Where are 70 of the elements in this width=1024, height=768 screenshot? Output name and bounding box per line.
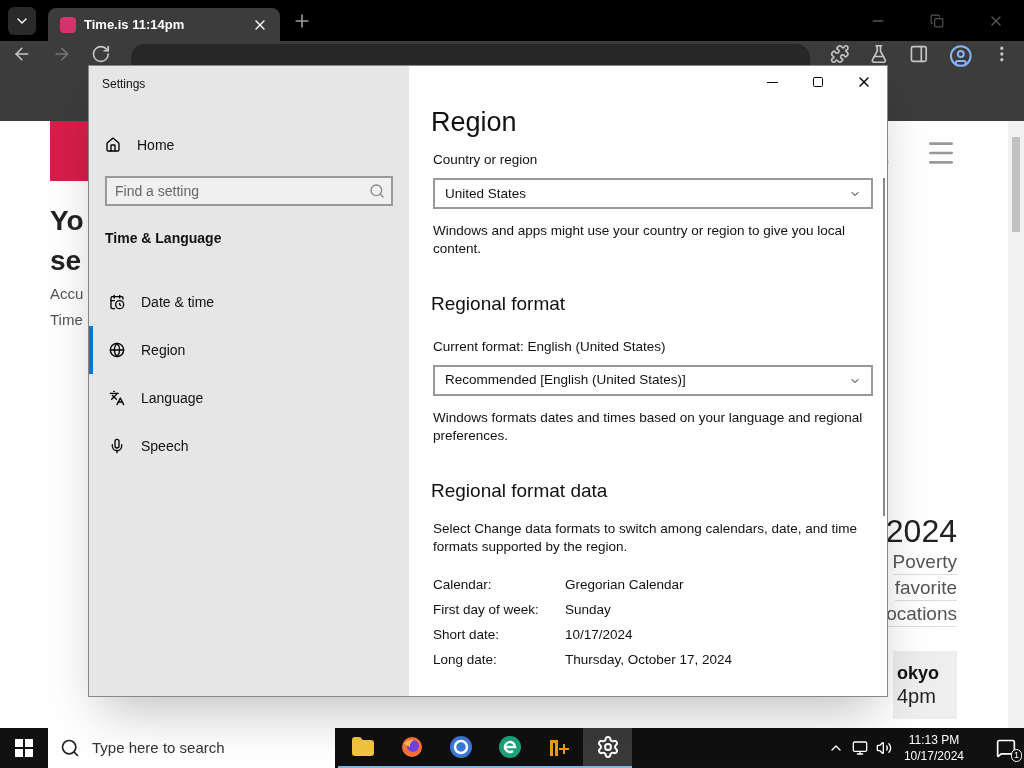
description-text: Select Change data formats to switch among calendars, date, and time formats supported by the region. — [432, 519, 858, 556]
volume-icon[interactable] — [875, 740, 892, 756]
taskbar-app-button[interactable] — [583, 728, 632, 768]
page-scrollbar[interactable] — [1008, 121, 1024, 728]
page-title: Region — [431, 106, 518, 139]
row-value: Sunday — [565, 600, 611, 619]
home-nav-item[interactable]: Home — [89, 133, 409, 157]
maximize-icon — [812, 76, 824, 88]
row-label: Calendar: — [433, 575, 493, 594]
city-card[interactable]: okyo 4pm — [893, 651, 957, 719]
row-value: Gregorian Calendar — [565, 575, 684, 594]
gear-icon — [595, 735, 620, 759]
row-value: 10/17/2024 — [565, 625, 633, 644]
nav-item[interactable]: Date & time — [89, 278, 409, 326]
profile-icon[interactable] — [948, 44, 973, 68]
window-title: Settings — [101, 76, 147, 93]
network-icon[interactable] — [851, 740, 868, 756]
search-placeholder: Type here to search — [92, 737, 225, 758]
reload-icon[interactable] — [91, 44, 111, 64]
browser-tab[interactable]: Time.is 11:14pm — [48, 8, 280, 41]
page-text: Time — [50, 310, 83, 330]
folder-icon — [350, 735, 375, 759]
windows-logo-icon[interactable] — [15, 739, 33, 757]
search-icon — [369, 183, 385, 199]
format-dropdown[interactable]: Recommended [English (United States)] — [433, 365, 873, 396]
microphone-icon — [109, 438, 125, 454]
restore-icon[interactable] — [930, 13, 944, 28]
field-label: Current format: English (United States) — [432, 337, 667, 356]
section-heading: Regional format data — [431, 479, 609, 503]
field-label: Country or region — [432, 151, 539, 169]
taskbar-search-field[interactable]: Type here to search — [48, 728, 335, 768]
page-text: Accu — [50, 284, 84, 304]
page-heading: se — [50, 244, 82, 278]
language-icon — [109, 390, 125, 406]
description-text: Windows and apps might use your country or region to give you local content. — [432, 222, 846, 259]
row-label: Long date: — [433, 650, 498, 669]
section-heading: Time & Language — [104, 229, 223, 248]
description-text: Windows formats dates and times based on your language and regional preferences. — [432, 409, 864, 445]
country-dropdown[interactable]: United States — [433, 178, 873, 210]
tab-title: Time.is 11:14pm — [84, 15, 186, 34]
circle-app-icon — [497, 735, 522, 759]
section-heading: Regional format — [431, 292, 567, 317]
nav-item[interactable]: Language — [89, 374, 409, 422]
tab-list-button[interactable] — [8, 6, 36, 35]
row-value: Thursday, October 17, 2024 — [565, 650, 733, 669]
find-setting-field[interactable]: Find a setting — [105, 176, 393, 206]
city-time: 4pm — [897, 684, 936, 708]
site-favicon — [60, 16, 76, 33]
globe-icon — [109, 342, 125, 358]
search-icon — [60, 738, 80, 758]
row-label: First day of week: — [433, 600, 540, 619]
nav-item[interactable]: Speech — [89, 422, 409, 470]
home-icon — [105, 137, 121, 153]
page-link[interactable]: favorite — [894, 575, 957, 601]
notification-icon[interactable] — [996, 738, 1016, 758]
minimize-icon — [766, 81, 778, 83]
extensions-icon[interactable] — [829, 44, 850, 64]
clock[interactable]: 11:13 PM 10/17/2024 — [899, 732, 968, 764]
city-name: okyo — [897, 662, 939, 684]
fox-globe-icon — [399, 735, 424, 759]
date-year: 2024 — [885, 513, 957, 549]
page-link[interactable]: Poverty — [892, 549, 957, 575]
row-label: Short date: — [433, 625, 501, 644]
notification-count: 1 — [1011, 749, 1022, 762]
calendar-icon — [109, 294, 125, 310]
ring-icon — [448, 735, 473, 759]
side-panel-icon[interactable] — [909, 44, 929, 64]
page-heading: Yo — [50, 204, 84, 238]
clock-date: 10/17/2024 — [903, 748, 964, 764]
clock-time: 11:13 PM — [908, 732, 960, 748]
